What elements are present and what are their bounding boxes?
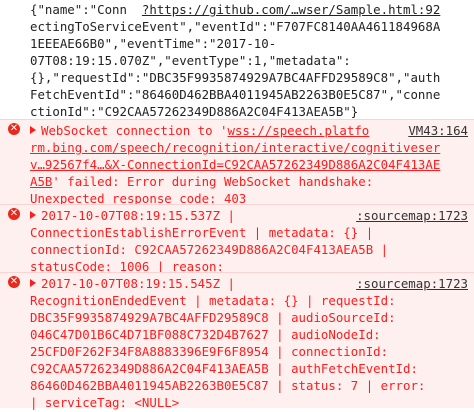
message-line: 25CFD0F262F34F8A8883396E9F6F8954 | conne…	[30, 344, 389, 359]
source-link[interactable]: :sourcemap:1723	[356, 208, 468, 224]
message-line: 2017-10-07T08:19:15.545Z |:sourcemap:172…	[30, 276, 468, 293]
message-line: 046C47D01B6C4D71BF088C732D4B7627 | audio…	[30, 327, 381, 342]
message-line: rm.bing.com/speech/recognition/interacti…	[30, 140, 468, 157]
console-error-recognition-ended: ✕ 2017-10-07T08:19:15.545Z |:sourcemap:1…	[0, 272, 474, 410]
websocket-url-link[interactable]: v…92567f4…&X-ConnectionId=C92CAA57262349…	[30, 157, 440, 172]
message-line: 2017-10-07T08:19:15.537Z |:sourcemap:172…	[30, 208, 468, 225]
message-line: 1EEEAE66B0","eventTime":"2017-10-	[30, 36, 277, 51]
message-line: 07T08:19:15.070Z","eventType":1,"metadat…	[30, 53, 351, 68]
message-line: {"name":"Conn ?https://github.com/…wser/…	[30, 2, 441, 17]
source-link[interactable]: ?https://github.com/…wser/Sample.html:92	[142, 2, 440, 17]
message-line: FetchEventId":"86460D462BBA4011945AB2263…	[30, 87, 441, 102]
message-line: WebSocket connection to 'wss://speech.pl…	[30, 123, 468, 140]
message-line: DBC35F9935874929A7BC4AFFD29589C8 | audio…	[30, 310, 396, 325]
websocket-url-link[interactable]: A5B	[30, 174, 52, 189]
error-icon: ✕	[8, 276, 20, 288]
devtools-console: {"name":"Conn ?https://github.com/…wser/…	[0, 0, 474, 410]
message-line: {},"requestId":"DBC35F9935874929A7BC4AFF…	[30, 70, 441, 85]
message-line: RecognitionEndedEvent | metadata: {} | r…	[30, 293, 396, 308]
console-error-websocket: ✕ WebSocket connection to 'wss://speech.…	[0, 119, 474, 206]
console-log-message: {"name":"Conn ?https://github.com/…wser/…	[0, 0, 474, 119]
source-link[interactable]: VM43:164	[408, 123, 468, 139]
message-line: 86460D462BBA4011945AB2263B0E5C87 | statu…	[30, 378, 426, 393]
message-line: C92CAA57262349D886A2C04F413AEA5B | authF…	[30, 361, 418, 376]
message-line: A5B' failed: Error during WebSocket hand…	[30, 174, 374, 189]
message-line: connectionId: C92CAA57262349D886A2C04F41…	[30, 242, 389, 257]
console-error-connection-establish: ✕ 2017-10-07T08:19:15.537Z |:sourcemap:1…	[0, 204, 474, 274]
source-link[interactable]: :sourcemap:1723	[356, 276, 468, 292]
error-icon: ✕	[8, 123, 20, 135]
error-icon: ✕	[8, 208, 20, 220]
message-line: v…92567f4…&X-ConnectionId=C92CAA57262349…	[30, 157, 468, 174]
expand-triangle-icon[interactable]	[30, 211, 36, 219]
expand-triangle-icon[interactable]	[30, 279, 36, 287]
message-line: ConnectionEstablishErrorEvent | metadata…	[30, 225, 374, 240]
message-line: ectingToServiceEvent","eventId":"F707FC8…	[30, 19, 441, 34]
websocket-url-link[interactable]: rm.bing.com/speech/recognition/interacti…	[30, 140, 440, 155]
expand-triangle-icon[interactable]	[30, 126, 36, 134]
websocket-url-link[interactable]: wss://speech.platfo	[228, 123, 370, 138]
message-line: | serviceTag: <NULL>	[30, 395, 180, 410]
